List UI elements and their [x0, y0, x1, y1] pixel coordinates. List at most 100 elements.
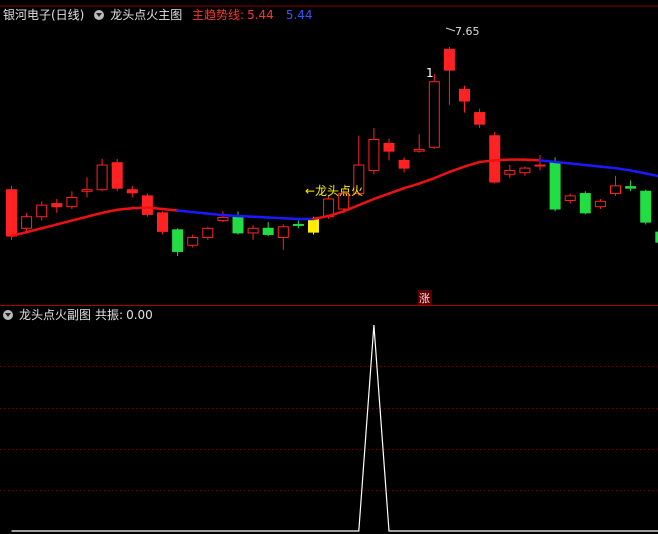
- candle: [277, 224, 289, 250]
- candle: [368, 128, 380, 175]
- chart-canvas[interactable]: 7.65 1 ←龙头点火 涨: [0, 0, 658, 534]
- candle-body: [398, 159, 410, 169]
- trend-segment: [417, 176, 436, 185]
- trend-segment: [282, 217, 300, 221]
- trend-segment: [206, 212, 225, 217]
- trend-segment: [523, 158, 542, 162]
- candle: [549, 157, 561, 212]
- candle: [21, 212, 33, 233]
- candle: [157, 211, 168, 235]
- candle-body: [564, 195, 576, 202]
- candle-body: [51, 203, 63, 208]
- resonance-line: [11, 324, 658, 532]
- candle-body: [368, 139, 380, 171]
- trend-segment: [191, 210, 210, 215]
- trend-segment: [614, 166, 632, 172]
- candle-body: [202, 227, 214, 239]
- candles-layer: [6, 47, 658, 257]
- candle-body: [187, 237, 199, 246]
- candle: [594, 198, 606, 209]
- candle-body: [459, 88, 470, 102]
- candle: [640, 189, 652, 225]
- stock-chart-window: 银河电子(日线) 龙头点火主图 主趋势线: 5.44 5.44 龙头点火副图 共振: 0…: [0, 0, 658, 534]
- trend-segment: [433, 170, 451, 180]
- zhang-badge[interactable]: 涨: [419, 292, 430, 305]
- trend-segment: [599, 165, 617, 170]
- candle: [443, 47, 455, 105]
- candle-body: [640, 190, 652, 223]
- candle: [383, 138, 395, 161]
- candle-body: [96, 164, 108, 191]
- trend-segment: [55, 219, 74, 226]
- trend-segment: [176, 209, 194, 214]
- candle: [519, 166, 531, 176]
- candle: [96, 158, 108, 192]
- candle: [262, 222, 274, 236]
- candle-body: [292, 223, 304, 226]
- trend-segment: [131, 206, 149, 210]
- candle: [36, 201, 48, 221]
- trend-segment: [644, 172, 658, 178]
- candle-body: [66, 196, 78, 208]
- candle-body: [126, 189, 138, 194]
- candle-body: [383, 142, 395, 152]
- high-price-pointer: [445, 27, 456, 32]
- trend-segment: [161, 207, 179, 212]
- candle-body: [610, 185, 621, 195]
- trend-segment: [553, 160, 572, 165]
- trend-segment: [100, 208, 119, 215]
- candle-body: [157, 212, 168, 232]
- candle: [610, 175, 621, 196]
- candle: [51, 198, 63, 213]
- candle-body: [413, 149, 425, 152]
- candle-body: [247, 227, 259, 234]
- candle-body: [474, 112, 486, 125]
- candle: [66, 191, 78, 209]
- trend-segment: [463, 160, 481, 168]
- candle: [217, 211, 229, 223]
- candle-body: [81, 189, 93, 192]
- candle-body: [625, 186, 637, 189]
- trend-segment: [236, 214, 255, 218]
- trend-segment: [40, 223, 59, 230]
- candle: [187, 234, 199, 248]
- trend-segment: [584, 163, 602, 168]
- trend-segment: [568, 162, 587, 167]
- candle-body: [428, 81, 440, 148]
- candle-body: [549, 162, 561, 210]
- signal-label: ←龙头点火: [305, 184, 363, 198]
- candle: [625, 180, 637, 192]
- candle-digit-label: 1: [426, 66, 434, 80]
- candle: [172, 228, 184, 257]
- candle-body: [262, 227, 274, 235]
- candle-body: [443, 48, 455, 71]
- trend-segment: [221, 213, 240, 218]
- candle: [534, 155, 546, 171]
- trend-segment: [266, 216, 285, 220]
- trend-segment: [372, 192, 391, 201]
- resonance-line-layer: [11, 324, 658, 532]
- trend-segment: [402, 182, 421, 190]
- candle-body: [6, 189, 17, 237]
- trend-segment: [115, 206, 134, 212]
- trend-segment: [448, 165, 466, 174]
- high-price-label: 7.65: [455, 25, 480, 38]
- candle: [459, 85, 470, 113]
- candle: [6, 185, 17, 240]
- candle-body: [217, 216, 229, 222]
- candle-body: [232, 216, 244, 234]
- trend-segment: [493, 158, 512, 162]
- trend-segment: [387, 186, 406, 195]
- trend-segment: [538, 159, 557, 164]
- candle: [247, 225, 259, 240]
- candle: [126, 185, 138, 198]
- candle: [489, 131, 501, 184]
- trend-segment: [146, 206, 164, 211]
- candle-body: [277, 226, 289, 239]
- candle-body: [141, 195, 153, 215]
- trend-segment: [85, 211, 104, 218]
- candle-body: [172, 229, 184, 252]
- trend-segment: [70, 215, 89, 222]
- candle: [413, 134, 425, 153]
- candle-body: [579, 193, 591, 214]
